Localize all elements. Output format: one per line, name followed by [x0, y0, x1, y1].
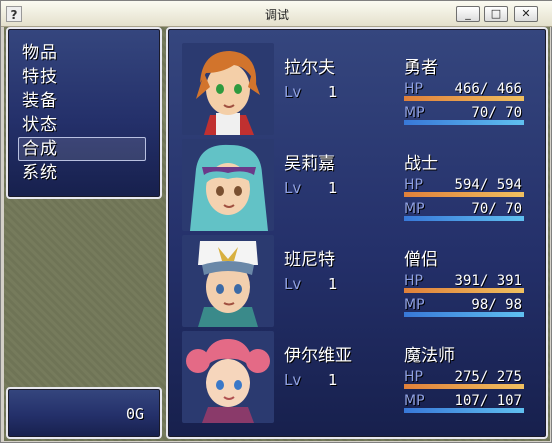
actor-row[interactable]: 吴莉嘉 Lv 1 战士 HP 594/ 594 MP 70/ 70	[168, 139, 548, 235]
hp-gauge: HP 391/ 391	[404, 273, 524, 293]
level-value: 1	[328, 371, 338, 389]
hp-gauge: HP 275/ 275	[404, 369, 524, 389]
mp-gauge: MP 107/ 107	[404, 393, 524, 413]
hp-value: 391/ 391	[454, 273, 522, 289]
menu-item-synthesis[interactable]: 合成	[22, 137, 58, 161]
mage-face-icon	[182, 331, 274, 423]
hp-gauge: HP 466/ 466	[404, 81, 524, 101]
gold-amount: 0G	[126, 405, 144, 423]
actor-portrait	[182, 139, 274, 231]
level-value: 1	[328, 83, 338, 101]
hp-value: 466/ 466	[454, 81, 522, 97]
actor-class: 僧侣	[404, 250, 438, 270]
level-label: Lv	[284, 275, 302, 293]
actor-row[interactable]: 班尼特 Lv 1 僧侣 HP 391/ 391 MP 98/ 98	[168, 235, 548, 331]
mp-value: 107/ 107	[454, 393, 522, 409]
mp-label: MP	[404, 393, 425, 409]
menu-item-system[interactable]: 系统	[22, 161, 58, 185]
actor-row[interactable]: 拉尔夫 Lv 1 勇者 HP 466/ 466 MP 70/ 70	[168, 43, 548, 139]
actor-name: 吴莉嘉	[284, 154, 335, 174]
hp-label: HP	[404, 273, 423, 289]
gold-value: 0	[125, 405, 135, 423]
command-window: 物品 特技 装备 状态 合成 系统	[6, 27, 162, 199]
level-value: 1	[328, 275, 338, 293]
priest-face-icon	[182, 235, 274, 327]
actor-class: 战士	[404, 154, 438, 174]
hp-label: HP	[404, 177, 423, 193]
mp-value: 98/ 98	[471, 297, 522, 313]
mp-gauge: MP 98/ 98	[404, 297, 524, 317]
actor-portrait	[182, 331, 274, 423]
minimize-button[interactable]: _	[456, 6, 480, 22]
level-label: Lv	[284, 371, 302, 389]
mp-label: MP	[404, 201, 425, 217]
level-label: Lv	[284, 179, 302, 197]
warrior-face-icon	[182, 139, 274, 231]
maximize-button[interactable]: □	[484, 6, 508, 22]
actor-class: 勇者	[404, 58, 438, 78]
mp-label: MP	[404, 297, 425, 313]
gold-unit: G	[134, 405, 144, 423]
mp-label: MP	[404, 105, 425, 121]
menu-item-skills[interactable]: 特技	[22, 65, 58, 89]
level-value: 1	[328, 179, 338, 197]
actor-name: 班尼特	[284, 250, 335, 270]
mp-value: 70/ 70	[471, 201, 522, 217]
actor-class: 魔法师	[404, 346, 455, 366]
mp-gauge: MP 70/ 70	[404, 105, 524, 125]
actor-row[interactable]: 伊尔维亚 Lv 1 魔法师 HP 275/ 275 MP 107/ 107	[168, 331, 548, 427]
actor-portrait	[182, 43, 274, 135]
status-window: 拉尔夫 Lv 1 勇者 HP 466/ 466 MP 70/ 70 吴莉嘉 Lv…	[166, 27, 548, 439]
level-label: Lv	[284, 83, 302, 101]
mp-value: 70/ 70	[471, 105, 522, 121]
gold-window: 0G	[6, 387, 162, 439]
menu-item-status[interactable]: 状态	[22, 113, 58, 137]
menu-item-items[interactable]: 物品	[22, 41, 58, 65]
actor-name: 伊尔维亚	[284, 346, 352, 366]
actor-name: 拉尔夫	[284, 58, 335, 78]
menu-item-equip[interactable]: 装备	[22, 89, 58, 113]
game-screen: 物品 特技 装备 状态 合成 系统 0G 拉尔夫 Lv 1 勇者 HP 466/…	[4, 27, 550, 441]
hp-label: HP	[404, 369, 423, 385]
actor-portrait	[182, 235, 274, 327]
game-window: ? 调试 _ □ ✕ 物品 特技 装备 状态 合成 系统 0G 拉尔夫 Lv 1…	[0, 0, 552, 443]
hero-face-icon	[182, 43, 274, 135]
mp-gauge: MP 70/ 70	[404, 201, 524, 221]
hp-gauge: HP 594/ 594	[404, 177, 524, 197]
close-button[interactable]: ✕	[514, 6, 538, 22]
hp-label: HP	[404, 81, 423, 97]
title-bar[interactable]: ? 调试 _ □ ✕	[1, 1, 552, 27]
hp-value: 594/ 594	[454, 177, 522, 193]
hp-value: 275/ 275	[454, 369, 522, 385]
